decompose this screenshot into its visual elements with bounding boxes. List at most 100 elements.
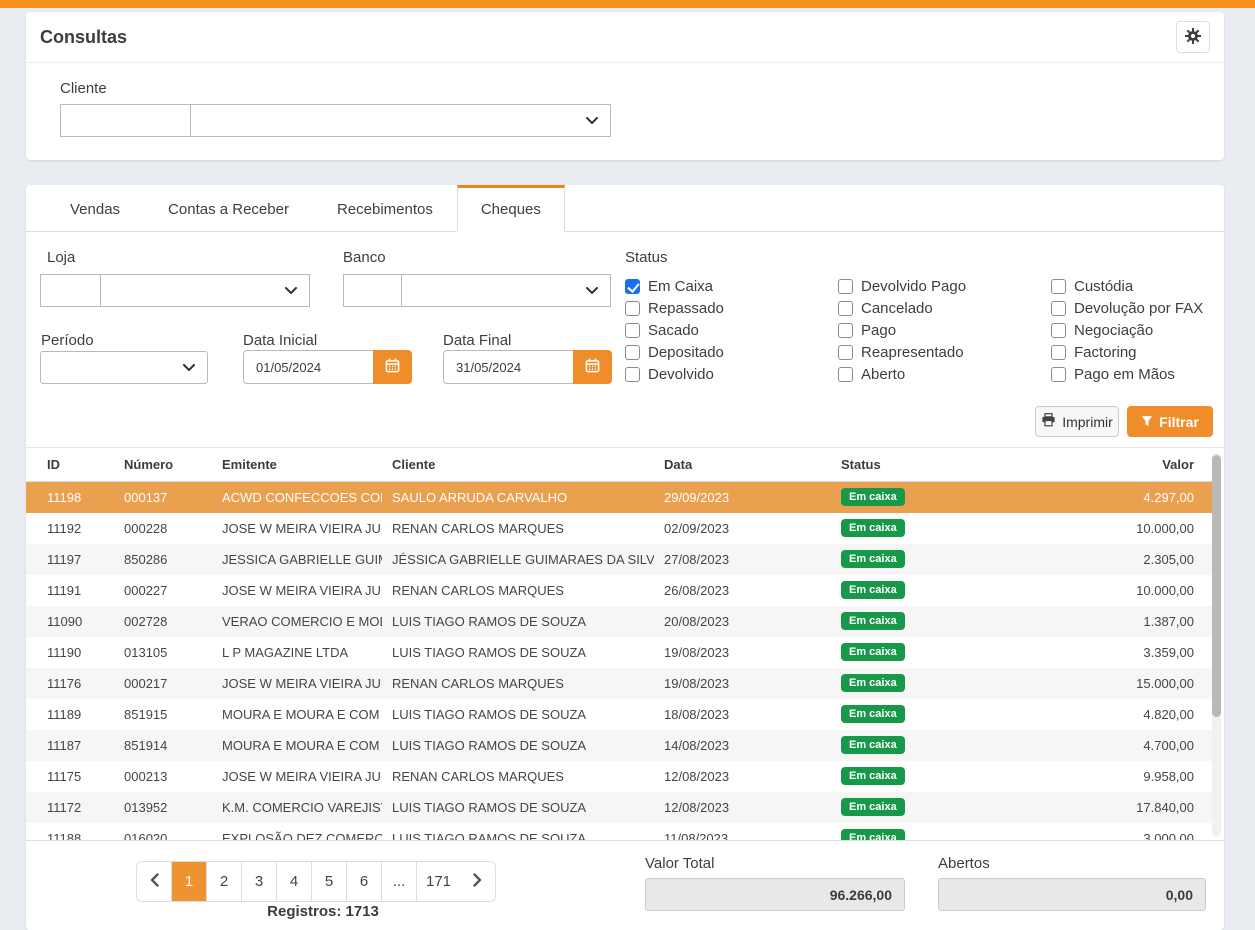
status-badge: Em caixa [841,736,905,754]
column-header-data: Data [654,448,831,482]
status-option-devolucao-por-fax[interactable]: Devolução por FAX [1051,297,1255,319]
status-option-reapresentado[interactable]: Reapresentado [838,341,1051,363]
status-option-sacado[interactable]: Sacado [625,319,838,341]
pagination-prev-button[interactable] [137,862,172,901]
table-row[interactable]: 11198000137ACWD CONFECCOES COMER…SAULO A… [26,482,1212,513]
table-row[interactable]: 11176000217JOSE W MEIRA VIEIRA JUNIORREN… [26,668,1212,699]
checkbox-icon[interactable] [838,345,853,360]
cell-status: Em caixa [831,482,996,513]
cliente-select[interactable] [190,104,611,137]
table-row[interactable]: 11190013105L P MAGAZINE LTDALUIS TIAGO R… [26,637,1212,668]
table-row[interactable]: 11187851914MOURA E MOURA E COM VA…LUIS T… [26,730,1212,761]
status-option-aberto[interactable]: Aberto [838,363,1051,385]
cell-emitente: EXPLOSÃO DEZ COMERCIO [212,823,382,842]
pagination-page-3[interactable]: 3 [242,862,277,901]
status-option-cancelado[interactable]: Cancelado [838,297,1051,319]
cliente-label: Cliente [60,80,107,97]
checkbox-icon[interactable] [838,301,853,316]
table-row[interactable]: 11191000227JOSE W MEIRA VIEIRA JUNIORREN… [26,575,1212,606]
banco-code-input[interactable] [343,274,401,307]
tab-bar: VendasContas a ReceberRecebimentosCheque… [26,185,1224,232]
table-row[interactable]: 11175000213JOSE W MEIRA VIEIRA JUNIORREN… [26,761,1212,792]
pagination-page-6[interactable]: 6 [347,862,382,901]
pagination-page-5[interactable]: 5 [312,862,347,901]
status-option-repassado[interactable]: Repassado [625,297,838,319]
checkbox-checked-icon[interactable] [625,279,640,294]
cell-status: Em caixa [831,575,996,606]
table-row[interactable]: 11188016020EXPLOSÃO DEZ COMERCIOLUIS TIA… [26,823,1212,842]
tab-contas-a-receber[interactable]: Contas a Receber [144,185,313,232]
pagination-page-1[interactable]: 1 [172,862,207,901]
cell-numero: 013105 [114,637,212,668]
checkbox-icon[interactable] [625,323,640,338]
cell-status: Em caixa [831,761,996,792]
data-final-calendar-button[interactable] [573,350,612,384]
cell-valor: 2.305,00 [996,544,1212,575]
table-scrollbar-thumb[interactable] [1212,455,1221,717]
cell-cliente: RENAN CARLOS MARQUES [382,513,654,544]
consultas-card: Consultas Cliente [26,12,1224,160]
cell-valor: 4.820,00 [996,699,1212,730]
data-inicial-label: Data Inicial [243,332,317,349]
tab-cheques[interactable]: Cheques [457,185,565,232]
status-option-pago-em-maos[interactable]: Pago em Mãos [1051,363,1255,385]
status-badge: Em caixa [841,581,905,599]
imprimir-button[interactable]: Imprimir [1035,406,1119,437]
cell-valor: 3.000,00 [996,823,1212,842]
cell-data: 12/08/2023 [654,792,831,823]
status-badge: Em caixa [841,488,905,506]
table-row[interactable]: 11090002728VERAO COMERCIO E MODAS…LUIS T… [26,606,1212,637]
status-badge: Em caixa [841,705,905,723]
status-option-devolvido[interactable]: Devolvido [625,363,838,385]
column-header-cliente: Cliente [382,448,654,482]
pagination-page-2[interactable]: 2 [207,862,242,901]
data-inicial-input[interactable] [243,350,373,384]
data-final-input[interactable] [443,350,573,384]
status-option-factoring[interactable]: Factoring [1051,341,1255,363]
table-scrollbar-track[interactable] [1212,453,1221,837]
checkbox-icon[interactable] [625,367,640,382]
cell-valor: 4.297,00 [996,482,1212,513]
status-option-depositado[interactable]: Depositado [625,341,838,363]
cell-id: 11187 [26,730,114,761]
checkbox-icon[interactable] [1051,367,1066,382]
status-option-devolvido-pago[interactable]: Devolvido Pago [838,275,1051,297]
cell-cliente: SAULO ARRUDA CARVALHO [382,482,654,513]
status-option-label: Negociação [1074,322,1153,339]
status-option-pago[interactable]: Pago [838,319,1051,341]
settings-button[interactable] [1176,21,1210,53]
data-inicial-calendar-button[interactable] [373,350,412,384]
pagination-ellipsis[interactable]: ... [382,862,417,901]
checkbox-icon[interactable] [838,279,853,294]
tab-recebimentos[interactable]: Recebimentos [313,185,457,232]
checkbox-icon[interactable] [625,345,640,360]
tab-vendas[interactable]: Vendas [46,185,144,232]
loja-code-input[interactable] [40,274,100,307]
pagination-next-button[interactable] [460,862,495,901]
table-row[interactable]: 11172013952K.M. COMERCIO VAREJISTA …LUIS… [26,792,1212,823]
table-row[interactable]: 11197850286JESSICA GABRIELLE GUIMA…JÉSSI… [26,544,1212,575]
loja-select[interactable] [100,274,310,307]
status-option-negociacao[interactable]: Negociação [1051,319,1255,341]
table-row[interactable]: 11189851915MOURA E MOURA E COM VA…LUIS T… [26,699,1212,730]
checkbox-icon[interactable] [1051,323,1066,338]
checkbox-icon[interactable] [1051,279,1066,294]
periodo-select[interactable] [40,351,208,384]
pagination-page-171[interactable]: 171 [417,862,460,901]
cheques-table: IDNúmeroEmitenteClienteDataStatusValor 1… [26,448,1212,841]
checkbox-icon[interactable] [1051,345,1066,360]
cell-valor: 3.359,00 [996,637,1212,668]
status-option-em-caixa[interactable]: Em Caixa [625,275,838,297]
checkbox-icon[interactable] [838,323,853,338]
cell-numero: 851914 [114,730,212,761]
checkbox-icon[interactable] [625,301,640,316]
checkbox-icon[interactable] [1051,301,1066,316]
cliente-code-input[interactable] [60,104,190,137]
checkbox-icon[interactable] [838,367,853,382]
table-row[interactable]: 11192000228JOSE W MEIRA VIEIRA JUNIORREN… [26,513,1212,544]
cell-numero: 016020 [114,823,212,842]
filtrar-button[interactable]: Filtrar [1127,406,1213,437]
banco-select[interactable] [401,274,611,307]
pagination-page-4[interactable]: 4 [277,862,312,901]
status-option-custodia[interactable]: Custódia [1051,275,1255,297]
